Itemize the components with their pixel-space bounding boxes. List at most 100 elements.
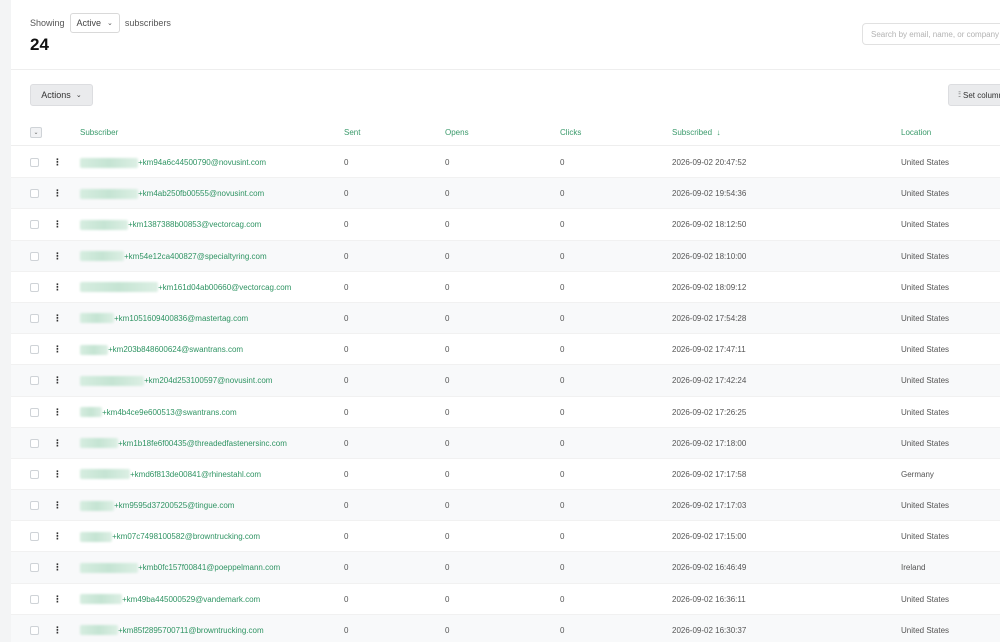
subscribed-date: 2026-09-02 17:17:03 xyxy=(672,501,747,511)
subscriber-email: +km161d04ab00660@vectorcag.com xyxy=(158,282,292,292)
more-vertical-icon[interactable]: ⋮ xyxy=(53,334,62,365)
row-checkbox[interactable] xyxy=(30,469,39,479)
row-checkbox[interactable] xyxy=(30,189,39,199)
select-all-checkbox[interactable]: ⌄ xyxy=(30,127,42,138)
more-vertical-icon[interactable]: ⋮ xyxy=(53,552,62,583)
row-checkbox[interactable] xyxy=(30,563,39,573)
sent-count: 0 xyxy=(344,345,349,355)
more-vertical-icon[interactable]: ⋮ xyxy=(53,303,62,334)
actions-button-label: Actions xyxy=(41,90,71,100)
subscriber-email: +km07c7498100582@browntrucking.com xyxy=(112,532,260,542)
more-vertical-icon[interactable]: ⋮ xyxy=(53,397,62,428)
table-row[interactable]: ⋮ +km07c7498100582@browntrucking.com 0 0 0 20… xyxy=(11,521,1000,553)
subscriber-email-link[interactable]: +km4ab250fb00555@novusint.com xyxy=(80,178,264,209)
column-header-opens[interactable]: Opens xyxy=(445,128,469,137)
table-row[interactable]: ⋮ +km203b848600624@swantrans.com 0 0 0 2026-0… xyxy=(11,334,1000,366)
more-vertical-icon[interactable]: ⋮ xyxy=(53,521,62,552)
row-checkbox[interactable] xyxy=(30,158,39,167)
actions-button[interactable]: Actions ⌄ xyxy=(30,84,93,106)
clicks-count: 0 xyxy=(560,189,565,199)
subscriber-email: +km4b4ce9e600513@swantrans.com xyxy=(102,407,237,417)
row-checkbox[interactable] xyxy=(30,345,39,355)
table-row[interactable]: ⋮ +kmd6f813de00841@rhinestahl.com 0 0 0 2026-… xyxy=(11,459,1000,491)
subscriber-email-link[interactable]: +km203b848600624@swantrans.com xyxy=(80,334,243,365)
table-row[interactable]: ⋮ +km94a6c44500790@novusint.com 0 0 0 2026-09… xyxy=(11,147,1000,179)
subscribed-date: 2026-09-02 20:47:52 xyxy=(672,158,747,167)
column-header-clicks[interactable]: Clicks xyxy=(560,128,581,137)
search-input[interactable] xyxy=(862,23,1000,45)
row-checkbox[interactable] xyxy=(30,251,39,261)
more-vertical-icon[interactable]: ⋮ xyxy=(53,241,62,272)
row-checkbox[interactable] xyxy=(30,532,39,542)
subscriber-email-link[interactable]: +kmd6f813de00841@rhinestahl.com xyxy=(80,459,261,490)
table-row[interactable]: ⋮ +km4ab250fb00555@novusint.com 0 0 0 2026-09… xyxy=(11,178,1000,210)
row-checkbox[interactable] xyxy=(30,594,39,604)
row-checkbox[interactable] xyxy=(30,376,39,386)
table-row[interactable]: ⋮ +km49ba445000529@vandemark.com 0 0 0 2026-0… xyxy=(11,584,1000,615)
subscriber-email-link[interactable]: +km85f2895700711@browntrucking.com xyxy=(80,615,264,642)
subscriber-email-link[interactable]: +kmb0fc157f00841@poeppelmann.com xyxy=(80,552,280,583)
table-row[interactable]: ⋮ +km54e12ca400827@specialtyring.com 0 0 0 20… xyxy=(11,240,1000,272)
subscribed-date: 2026-09-02 17:54:28 xyxy=(672,313,747,323)
more-vertical-icon[interactable]: ⋮ xyxy=(53,178,62,209)
subscriber-email-link[interactable]: +km1051609400836@mastertag.com xyxy=(80,303,248,334)
clicks-count: 0 xyxy=(560,158,565,167)
subscriber-email-link[interactable]: +km94a6c44500790@novusint.com xyxy=(80,147,266,178)
subscriber-email-link[interactable]: +km4b4ce9e600513@swantrans.com xyxy=(80,397,237,428)
set-columns-button[interactable]: ⫶⫶ Set columns xyxy=(948,84,1000,106)
more-vertical-icon[interactable]: ⋮ xyxy=(53,490,62,521)
left-rail xyxy=(0,0,11,642)
clicks-count: 0 xyxy=(560,438,565,448)
row-checkbox[interactable] xyxy=(30,313,39,323)
subscriber-email-link[interactable]: +km1387388b00853@vectorcag.com xyxy=(80,209,261,240)
sliders-icon: ⫶⫶ xyxy=(958,90,961,99)
set-columns-label: Set columns xyxy=(963,90,1000,100)
redacted-name xyxy=(80,375,144,386)
more-vertical-icon[interactable]: ⋮ xyxy=(53,615,62,642)
column-header-sent[interactable]: Sent xyxy=(344,128,360,137)
more-vertical-icon[interactable]: ⋮ xyxy=(53,272,62,303)
subscriber-email-link[interactable]: +km204d253100597@novusint.com xyxy=(80,365,272,396)
table-row[interactable]: ⋮ +kmb0fc157f00841@poeppelmann.com 0 0 0 2026… xyxy=(11,552,1000,584)
table-row[interactable]: ⋮ +km85f2895700711@browntrucking.com 0 0 0 20… xyxy=(11,614,1000,642)
subscriber-email-link[interactable]: +km54e12ca400827@specialtyring.com xyxy=(80,241,267,272)
more-vertical-icon[interactable]: ⋮ xyxy=(53,365,62,396)
subscribed-date: 2026-09-02 17:15:00 xyxy=(672,532,747,542)
more-vertical-icon[interactable]: ⋮ xyxy=(53,428,62,459)
subscriber-email-link[interactable]: +km49ba445000529@vandemark.com xyxy=(80,584,260,615)
table-row[interactable]: ⋮ +km4b4ce9e600513@swantrans.com 0 0 0 2026-0… xyxy=(11,397,1000,428)
column-header-subscriber[interactable]: Subscriber xyxy=(80,128,118,137)
sent-count: 0 xyxy=(344,376,349,386)
clicks-count: 0 xyxy=(560,345,565,355)
location: Ireland xyxy=(901,563,926,573)
table-row[interactable]: ⋮ +km1051609400836@mastertag.com 0 0 0 2026-0… xyxy=(11,302,1000,335)
location: United States xyxy=(901,438,950,448)
more-vertical-icon[interactable]: ⋮ xyxy=(53,147,62,178)
more-vertical-icon[interactable]: ⋮ xyxy=(53,459,62,490)
location: United States xyxy=(901,158,950,167)
row-checkbox[interactable] xyxy=(30,438,39,448)
more-vertical-icon[interactable]: ⋮ xyxy=(53,209,62,240)
row-checkbox[interactable] xyxy=(30,282,39,292)
row-checkbox[interactable] xyxy=(30,407,39,417)
table-row[interactable]: ⋮ +km1b18fe6f00435@threadedfastenersinc.c… xyxy=(11,427,1000,459)
subscriber-table-body: ⋮ +km94a6c44500790@novusint.com 0 0 0 2026-09… xyxy=(11,147,1000,642)
table-row[interactable]: ⋮ +km1387388b00853@vectorcag.com 0 0 0 2026-0… xyxy=(11,209,1000,241)
status-select[interactable]: Active ⌄ xyxy=(69,13,120,33)
subscriber-email-link[interactable]: +km9595d37200525@tingue.com xyxy=(80,490,234,521)
row-checkbox[interactable] xyxy=(30,625,39,635)
redacted-name xyxy=(80,251,124,262)
subscriber-email-link[interactable]: +km1b18fe6f00435@threadedfastenersinc.co… xyxy=(80,428,287,459)
column-header-location[interactable]: Location xyxy=(901,128,931,137)
row-checkbox[interactable] xyxy=(30,220,39,230)
subscriber-email-link[interactable]: +km07c7498100582@browntrucking.com xyxy=(80,521,260,552)
subscriber-email-link[interactable]: +km161d04ab00660@vectorcag.com xyxy=(80,272,291,303)
more-vertical-icon[interactable]: ⋮ xyxy=(53,584,62,615)
table-row[interactable]: ⋮ +km204d253100597@novusint.com 0 0 0 2026-09… xyxy=(11,365,1000,397)
redacted-name xyxy=(80,219,128,230)
sent-count: 0 xyxy=(344,251,349,261)
table-row[interactable]: ⋮ +km161d04ab00660@vectorcag.com 0 0 0 2026-0… xyxy=(11,272,1000,303)
table-row[interactable]: ⋮ +km9595d37200525@tingue.com 0 0 0 2026-09-0… xyxy=(11,490,1000,522)
row-checkbox[interactable] xyxy=(30,501,39,511)
column-header-subscribed[interactable]: Subscribed ↓ xyxy=(672,128,720,137)
